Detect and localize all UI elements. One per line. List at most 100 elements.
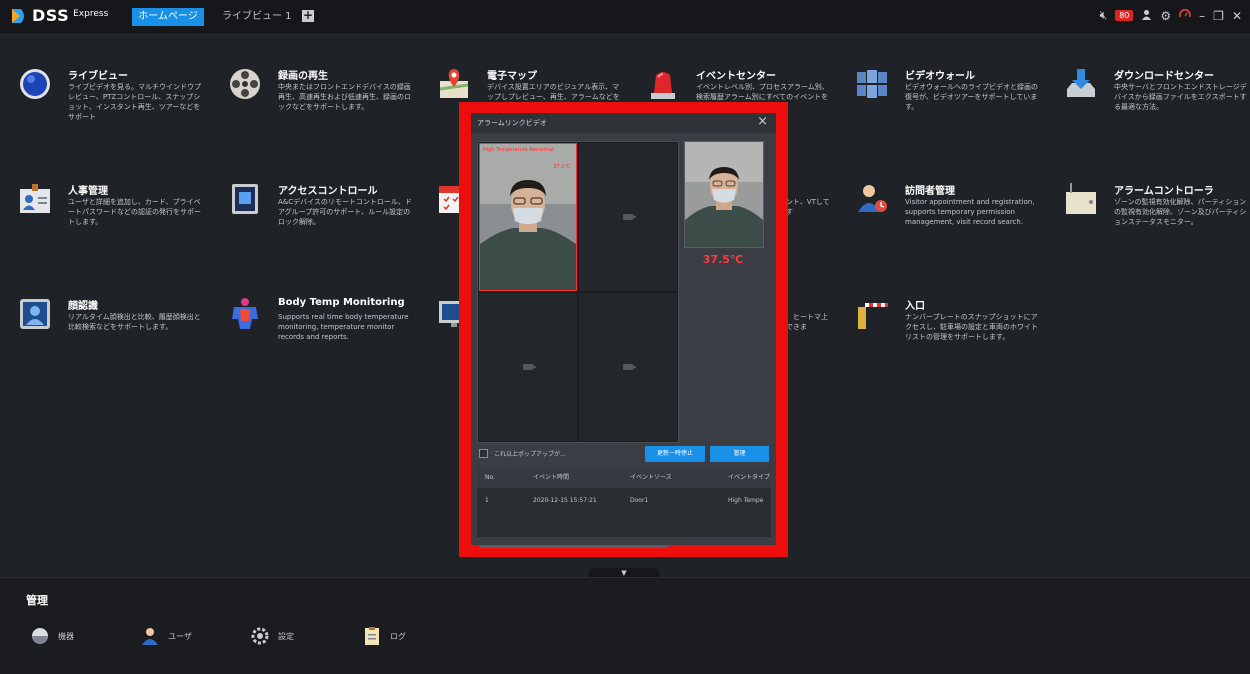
map-icon: [437, 67, 471, 101]
restore-icon[interactable]: ❐: [1213, 9, 1224, 23]
add-tab-button[interactable]: +: [302, 9, 314, 22]
cell-type: High Tempe: [728, 497, 764, 504]
manage-button[interactable]: 管理: [710, 446, 769, 462]
popup-header: アラームリンクビデオ ×: [471, 113, 776, 133]
video-cell-3[interactable]: [479, 293, 577, 441]
user-icon: [142, 628, 158, 645]
col-header: No.: [485, 474, 495, 481]
app-title: 訪問者管理: [905, 186, 955, 197]
mgmt-device[interactable]: 機器: [30, 626, 74, 646]
suppress-popup-label: これ以上ポップアップが...: [494, 451, 566, 458]
suppress-popup-row[interactable]: これ以上ポップアップが...: [479, 449, 566, 458]
app-title: ダウンロードセンター: [1114, 71, 1214, 82]
app-title: 顔認識: [68, 301, 98, 312]
app-desc: 中央またはフロントエンドデバイスの録画再生、高速再生および低速再生、録画のロック…: [278, 83, 411, 111]
popup-title: アラームリンクビデオ: [477, 119, 547, 127]
mgmt-user[interactable]: ユーザ: [140, 626, 192, 646]
horizontal-scrollbar[interactable]: [479, 545, 669, 548]
alarm-controller-icon: [1064, 182, 1098, 216]
tab-live-view[interactable]: ライブビュー 1: [222, 8, 292, 26]
camera-placeholder-icon: [623, 214, 637, 220]
management-bar: 管理 機器 ユーザ 設定 ログ: [0, 577, 1250, 674]
cell-no: 1: [485, 497, 489, 504]
logo-text: DSS: [32, 6, 70, 25]
management-title: 管理: [26, 594, 48, 607]
body-temp-icon: [228, 297, 262, 331]
log-icon: [365, 627, 379, 645]
video-cell-1[interactable]: High Temperature Abnormal 37.5℃: [479, 143, 577, 291]
col-header: イベントタイプ: [728, 474, 771, 481]
event-table: No. イベント時間 イベントソース イベントタイプ 1 2020-12-15 …: [477, 467, 771, 537]
tab-home[interactable]: ホームページ: [132, 8, 204, 26]
settings-icon: [251, 627, 269, 645]
window-controls: 🔇︎ 80 ⚙ – ❐ ✕: [1100, 8, 1242, 23]
pause-refresh-button[interactable]: 更新一時停止: [645, 446, 705, 462]
app-title: ビデオウォール: [905, 71, 975, 82]
alarm-light-icon: [646, 67, 680, 101]
notification-badge[interactable]: 80: [1115, 10, 1134, 21]
top-bar: DSS Express ホームページ ライブビュー 1 + 🔇︎ 80 ⚙ – …: [0, 0, 1250, 35]
col-header: イベントソース: [630, 474, 672, 481]
visitor-icon: [855, 182, 889, 216]
app-desc: Supports real time body temperature moni…: [278, 313, 409, 341]
barrier-gate-icon: [855, 297, 889, 331]
cell-time: 2020-12-15 15:57:21: [533, 497, 597, 504]
snapshot-image: [684, 141, 764, 248]
video-grid: High Temperature Abnormal 37.5℃: [477, 141, 679, 443]
access-control-icon: [228, 182, 262, 216]
personnel-card-icon: [18, 182, 52, 216]
close-icon[interactable]: ×: [757, 114, 768, 129]
app-title: Body Temp Monitoring: [278, 297, 405, 308]
alarm-video-popup: アラームリンクビデオ × High Temperature Abnormal 3…: [471, 113, 776, 548]
app-title: アクセスコントロール: [278, 186, 378, 197]
gear-icon[interactable]: ⚙: [1160, 9, 1171, 23]
face-recognition-icon: [18, 297, 52, 331]
app-title: 録画の再生: [278, 71, 328, 82]
device-icon: [32, 628, 48, 644]
table-row[interactable]: 1 2020-12-15 15:57:21 Door1 High Tempe: [477, 490, 771, 511]
mgmt-label: ログ: [390, 631, 406, 641]
close-icon[interactable]: ✕: [1232, 9, 1242, 23]
download-icon: [1064, 67, 1098, 101]
col-header: イベント時間: [533, 474, 570, 481]
app-logo: DSS Express: [10, 6, 108, 25]
mgmt-label: ユーザ: [168, 631, 192, 641]
app-title: 人事管理: [68, 186, 108, 197]
app-desc: リアルタイム顔検出と比較、履歴顔検出と比較検索などをサポートします。: [68, 313, 201, 331]
account-icon[interactable]: [1141, 9, 1152, 23]
video-wall-icon: [855, 67, 889, 101]
live-view-icon: [18, 67, 52, 101]
app-desc: ユーザと詳細を追加し、カード、プライベートパスワードなどの認証の発行をサポートし…: [68, 198, 201, 226]
app-title: 入口: [905, 301, 925, 312]
app-desc: A&Cデバイスのリモートコントロール、ドアグループ許可のサポート、ルール設定のロ…: [278, 198, 412, 226]
playback-icon: [228, 67, 262, 101]
app-title: ライブビュー: [68, 71, 128, 82]
app-desc: ナンバープレートのスナップショットにアクセスし、駐車場の設定と車両のホワイトリス…: [905, 313, 1038, 341]
mgmt-log[interactable]: ログ: [362, 626, 406, 646]
alert-overlay-label: High Temperature Abnormal: [483, 147, 554, 153]
app-desc: ゾーンの監視有効化解除、パーティションの監視有効化解除、ゾーン及びパーティション…: [1114, 198, 1247, 226]
cell-source: Door1: [630, 497, 649, 504]
app-title: イベントセンター: [696, 71, 776, 82]
app-title: アラームコントローラ: [1114, 186, 1214, 197]
app-title: 電子マップ: [487, 71, 537, 82]
video-cell-2[interactable]: [579, 143, 677, 291]
mgmt-settings[interactable]: 設定: [250, 626, 294, 646]
mute-icon[interactable]: 🔇︎: [1100, 8, 1108, 23]
mgmt-label: 設定: [278, 631, 294, 641]
app-desc: ビデオウォールへのライブビデオと録画の復号が、ビデオツアーをサポートしています。: [905, 83, 1038, 111]
performance-gauge-icon[interactable]: [1179, 8, 1191, 23]
video-cell-4[interactable]: [579, 293, 677, 441]
camera-placeholder-icon: [623, 364, 637, 370]
alert-overlay-value: 37.5℃: [553, 164, 570, 170]
mgmt-label: 機器: [58, 631, 74, 641]
app-desc: Visitor appointment and registration, su…: [905, 198, 1035, 226]
temperature-reading: 37.5℃: [702, 253, 744, 266]
table-header: No. イベント時間 イベントソース イベントタイプ: [477, 467, 771, 488]
camera-placeholder-icon: [523, 364, 537, 370]
app-desc: 中央サーバとフロントエンドストレージデバイスから録画ファイルをエクスポートする最…: [1114, 83, 1247, 111]
suppress-popup-checkbox[interactable]: [479, 449, 488, 458]
logo-subtext: Express: [73, 8, 109, 19]
app-desc: ライブビデオを見る。マルチウインドウプレビュー、PTZコントロール、スナップショ…: [68, 83, 201, 121]
minimize-icon[interactable]: –: [1199, 9, 1205, 23]
